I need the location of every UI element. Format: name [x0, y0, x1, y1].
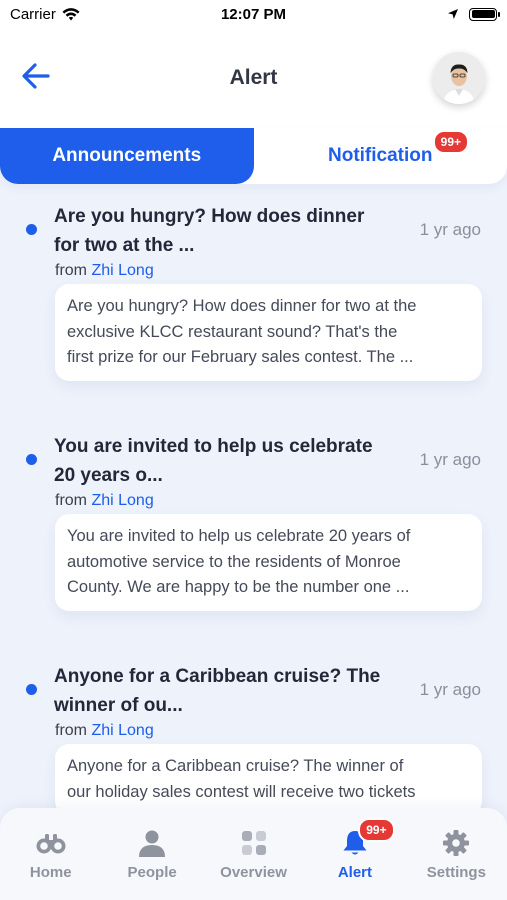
- nav-item-alert[interactable]: Alert 99+: [304, 808, 405, 900]
- status-time: 12:07 PM: [220, 5, 287, 23]
- announcement-list: Are you hungry? How does dinner for two …: [0, 184, 507, 808]
- person-icon: [138, 828, 166, 858]
- status-right: [327, 7, 500, 21]
- bottom-navigation: Home People Overview Alert 99+ Settings: [0, 808, 507, 900]
- alert-tabs: Announcements Notification 99+: [0, 128, 507, 184]
- tab-announcements[interactable]: Announcements: [0, 128, 254, 184]
- sender-name[interactable]: Zhi Long: [91, 262, 153, 279]
- tab-notification[interactable]: Notification 99+: [254, 128, 507, 184]
- back-button[interactable]: [18, 58, 54, 94]
- announcement-preview[interactable]: Anyone for a Caribbean cruise? The winne…: [55, 744, 482, 808]
- location-arrow-icon: [448, 9, 458, 19]
- announcement-time: 1 yr ago: [419, 220, 481, 239]
- nav-label-home: Home: [29, 864, 72, 881]
- avatar[interactable]: [433, 52, 485, 104]
- announcement-time: 1 yr ago: [419, 680, 481, 699]
- page-title: Alert: [229, 66, 278, 89]
- announcement-preview[interactable]: Are you hungry? How does dinner for two …: [55, 284, 482, 381]
- status-left: Carrier: [10, 6, 180, 23]
- announcement-title: Anyone for a Caribbean cruise? The winne…: [54, 666, 381, 716]
- tab-announcements-label: Announcements: [52, 145, 202, 166]
- announcement-preview[interactable]: You are invited to help us celebrate 20 …: [55, 514, 482, 611]
- sender-name[interactable]: Zhi Long: [91, 722, 153, 739]
- nav-label-alert: Alert: [337, 864, 373, 881]
- announcement-title: Are you hungry? How does dinner for two …: [54, 206, 365, 256]
- carrier-label: Carrier: [10, 5, 56, 23]
- announcement-title: You are invited to help us celebrate 20 …: [54, 436, 373, 486]
- announcement-time: 1 yr ago: [419, 450, 481, 469]
- back-arrow-icon: [22, 63, 50, 89]
- status-bar: Carrier 12:07 PM: [0, 0, 507, 28]
- nav-item-overview[interactable]: Overview: [203, 808, 304, 900]
- unread-dot: [26, 684, 37, 695]
- grid-icon: [241, 828, 267, 858]
- unread-dot: [26, 224, 37, 235]
- battery-icon: [469, 7, 500, 21]
- user-avatar-icon: [433, 52, 485, 104]
- wifi-icon: [62, 7, 80, 20]
- header: Alert: [0, 28, 507, 128]
- sender-name[interactable]: Zhi Long: [91, 492, 153, 509]
- binoculars-icon: [36, 828, 66, 858]
- notification-count-badge: 99+: [432, 130, 469, 154]
- announcement-sender: from Zhi Long: [55, 262, 154, 279]
- nav-item-home[interactable]: Home: [0, 808, 101, 900]
- alert-count-badge: 99+: [358, 818, 395, 842]
- unread-dot: [26, 454, 37, 465]
- nav-item-people[interactable]: People: [101, 808, 202, 900]
- tab-notification-label: Notification: [328, 145, 433, 166]
- nav-label-settings: Settings: [426, 864, 486, 881]
- announcement-sender: from Zhi Long: [55, 492, 154, 509]
- gear-icon: [442, 828, 470, 858]
- nav-label-people: People: [127, 864, 177, 881]
- nav-label-overview: Overview: [220, 864, 287, 881]
- nav-item-settings[interactable]: Settings: [406, 808, 507, 900]
- announcement-sender: from Zhi Long: [55, 722, 154, 739]
